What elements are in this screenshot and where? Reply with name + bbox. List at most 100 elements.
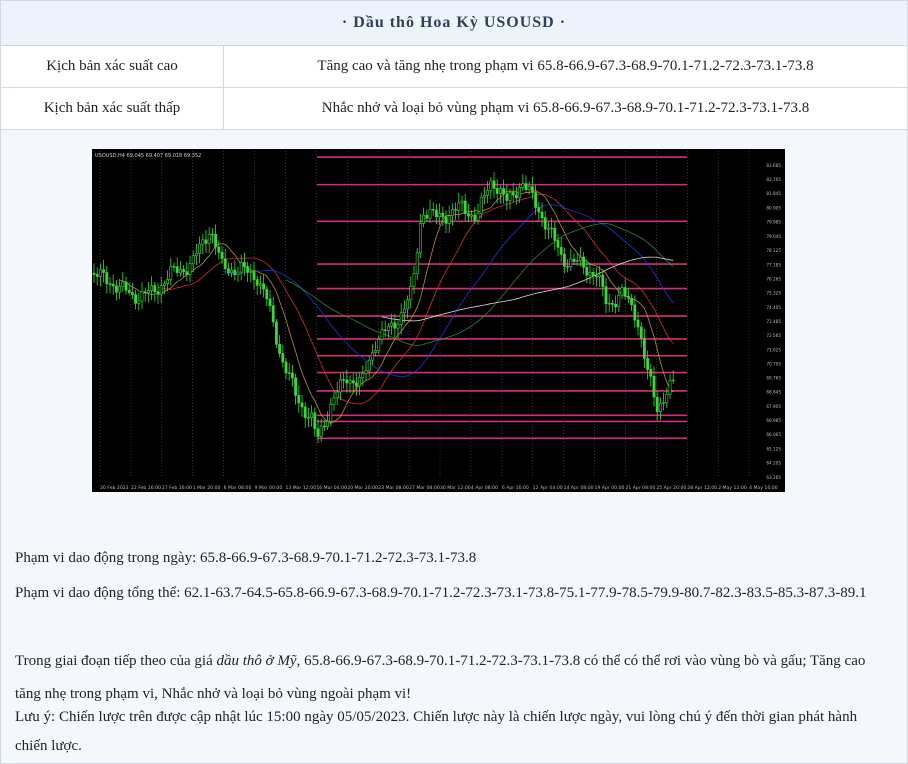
intraday-range: Phạm vi dao động trong ngày: 65.8-66.9-6… xyxy=(15,542,893,575)
candle-body xyxy=(217,246,221,253)
candle-body xyxy=(342,379,346,381)
candle-body xyxy=(319,425,323,437)
candle-body xyxy=(291,372,294,379)
candle-body xyxy=(169,266,173,280)
candle-body xyxy=(588,272,592,276)
candle-body xyxy=(175,266,179,274)
candle-body xyxy=(476,212,480,221)
y-tick-label: 80.905 xyxy=(766,205,781,210)
candle-body xyxy=(310,412,314,418)
candle-body xyxy=(406,299,410,310)
candle-body xyxy=(278,344,282,354)
candle-body xyxy=(204,239,208,244)
page-title: · Dầu thô Hoa Kỳ USOUSD · xyxy=(1,1,907,46)
candle-body xyxy=(489,180,493,191)
x-tick-label: 21 Apr 08:00 xyxy=(625,485,655,491)
candle-body xyxy=(559,247,563,255)
candle-body xyxy=(671,379,675,382)
candle-body xyxy=(243,262,246,267)
table-row: Kịch bản xác suất thấp Nhắc nhở và loại … xyxy=(1,87,907,130)
candle-body xyxy=(450,209,454,217)
candle-body xyxy=(143,291,147,294)
candle-body xyxy=(316,428,320,437)
candle-body xyxy=(284,361,288,373)
x-tick-label: 27 Mar 08:00 xyxy=(409,485,440,491)
candle-body xyxy=(546,227,550,230)
candle-body xyxy=(492,180,496,189)
x-tick-label: 27 Feb 16:00 xyxy=(162,485,192,491)
candle-body xyxy=(524,183,528,190)
candle-body xyxy=(268,298,272,306)
chart-header: USOUSD,H4 69.045 69.407 69.018 69.352 xyxy=(95,153,201,159)
candle-body xyxy=(236,271,240,276)
candle-body xyxy=(652,375,656,398)
y-tick-label: 75.325 xyxy=(766,291,781,296)
candle-body xyxy=(486,190,490,196)
candle-body xyxy=(434,209,438,218)
candle-body xyxy=(214,234,218,248)
x-tick-label: 4 May 16:00 xyxy=(749,485,778,491)
next-stage-prefix: Trong giai đoạn tiếp theo của giá xyxy=(15,653,217,669)
candle-body xyxy=(102,269,106,273)
candle-body xyxy=(185,271,189,275)
candle-body xyxy=(550,227,554,230)
candle-body xyxy=(402,308,406,314)
candle-body xyxy=(569,258,573,267)
scenario-table: Kịch bản xác suất cao Tăng cao và tăng n… xyxy=(1,46,907,130)
y-tick-label: 72.565 xyxy=(766,333,781,338)
candle-body xyxy=(646,357,650,370)
candle-body xyxy=(415,252,419,274)
overall-label: Phạm vi dao động tổng thể: xyxy=(15,585,181,601)
candle-body xyxy=(444,216,448,224)
candle-body xyxy=(118,285,122,293)
candle-body xyxy=(534,192,538,208)
scenario-label-low: Kịch bản xác suất thấp xyxy=(1,87,224,130)
candle-body xyxy=(307,417,310,419)
candle-body xyxy=(412,273,416,287)
candle-body xyxy=(361,373,365,378)
candle-body xyxy=(351,380,355,384)
candle-body xyxy=(642,338,646,359)
candle-body xyxy=(383,329,387,332)
candle-body xyxy=(454,209,458,211)
candle-body xyxy=(607,302,611,305)
candle-body xyxy=(227,268,230,274)
y-tick-label: 82.765 xyxy=(766,177,781,182)
candle-body xyxy=(370,352,374,361)
x-tick-label: 23 Mar 08:00 xyxy=(378,485,409,491)
candle-body xyxy=(425,214,429,219)
y-tick-label: 69.765 xyxy=(766,376,781,381)
candle-body xyxy=(649,369,653,377)
x-tick-label: 6 Mar 08:00 xyxy=(224,485,252,491)
x-tick-label: 6 Apr 16:00 xyxy=(502,485,529,491)
table-row: Kịch bản xác suất cao Tăng cao và tăng n… xyxy=(1,46,907,88)
candle-body xyxy=(374,350,378,353)
y-tick-label: 81.845 xyxy=(766,191,781,196)
candle-body xyxy=(153,285,157,293)
candle-body xyxy=(575,260,579,262)
x-tick-label: 9 Mar 00:00 xyxy=(255,485,283,491)
y-tick-label: 79.985 xyxy=(766,220,781,225)
x-tick-label: 1 Mar 20:00 xyxy=(193,485,221,491)
candle-body xyxy=(275,321,278,345)
candle-body xyxy=(127,289,131,293)
candle-body xyxy=(582,256,586,268)
scenario-text-high: Tăng cao và tăng nhẹ trong phạm vi 65.8-… xyxy=(223,46,907,88)
candle-body xyxy=(367,359,371,372)
candle-body xyxy=(281,353,285,363)
y-tick-label: 70.705 xyxy=(766,361,781,366)
candle-body xyxy=(457,202,461,211)
candle-body xyxy=(460,200,464,204)
candle-body xyxy=(156,291,160,295)
x-tick-label: 20 Feb 2023 xyxy=(100,485,129,491)
candle-body xyxy=(514,194,518,199)
candle-body xyxy=(473,214,477,221)
candle-body xyxy=(386,325,390,332)
candle-body xyxy=(348,380,352,384)
candle-body xyxy=(665,394,669,403)
candle-body xyxy=(182,269,186,272)
candle-body xyxy=(262,283,266,290)
x-tick-label: 2 May 12:00 xyxy=(718,485,747,491)
y-tick-label: 66.985 xyxy=(766,418,781,423)
candle-body xyxy=(505,193,509,201)
